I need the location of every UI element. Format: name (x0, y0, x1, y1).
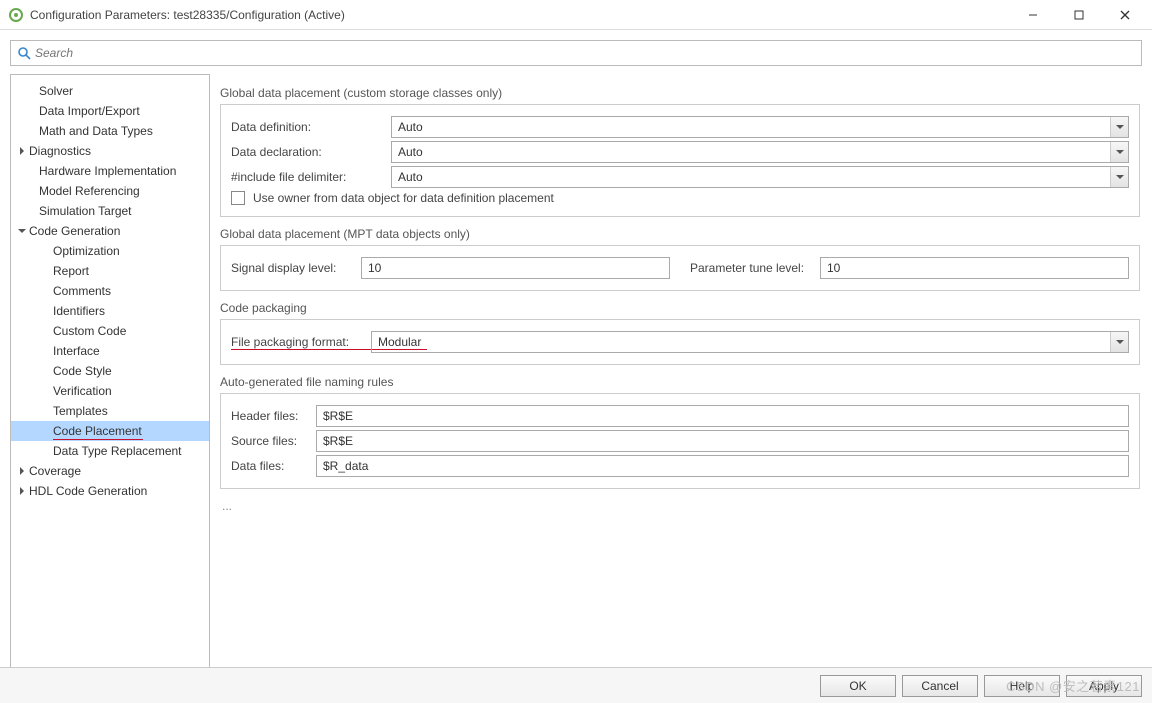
cancel-button[interactable]: Cancel (902, 675, 978, 697)
search-icon (17, 46, 31, 60)
source-files-label: Source files: (231, 434, 316, 448)
sidebar-item-label: Coverage (29, 464, 81, 478)
sidebar-item-label: Model Referencing (39, 184, 140, 198)
sidebar-item-hdl-code-generation[interactable]: HDL Code Generation (11, 481, 209, 501)
sidebar-item-label: Code Style (53, 364, 112, 378)
sidebar-item-label: Code Placement (53, 424, 142, 438)
signal-display-label: Signal display level: (231, 261, 361, 275)
more-indicator: ... (222, 499, 1140, 513)
data-files-label: Data files: (231, 459, 316, 473)
ok-button[interactable]: OK (820, 675, 896, 697)
use-owner-checkbox[interactable] (231, 191, 245, 205)
sidebar-item-interface[interactable]: Interface (11, 341, 209, 361)
sidebar-item-label: HDL Code Generation (29, 484, 147, 498)
include-delimiter-select[interactable]: Auto (391, 166, 1129, 188)
sidebar-item-identifiers[interactable]: Identifiers (11, 301, 209, 321)
sidebar-item-custom-code[interactable]: Custom Code (11, 321, 209, 341)
close-button[interactable] (1102, 0, 1148, 30)
sidebar-item-label: Diagnostics (29, 144, 91, 158)
sidebar-item-label: Templates (53, 404, 108, 418)
signal-display-input[interactable]: 10 (361, 257, 670, 279)
naming-rules-panel: Header files: $R$E Source files: $R$E Da… (220, 393, 1140, 489)
code-packaging-panel: File packaging format: Modular (220, 319, 1140, 365)
search-bar[interactable] (10, 40, 1142, 66)
sidebar-item-label: Solver (39, 84, 73, 98)
dialog-footer: OK Cancel Help Apply (0, 667, 1152, 703)
parameter-tune-label: Parameter tune level: (690, 261, 820, 275)
sidebar-item-math-and-data-types[interactable]: Math and Data Types (11, 121, 209, 141)
chevron-down-icon (1110, 142, 1128, 162)
sidebar-item-hardware-implementation[interactable]: Hardware Implementation (11, 161, 209, 181)
minimize-button[interactable] (1010, 0, 1056, 30)
sidebar-item-templates[interactable]: Templates (11, 401, 209, 421)
sidebar-item-diagnostics[interactable]: Diagnostics (11, 141, 209, 161)
search-input[interactable] (35, 46, 1135, 60)
global-data-placement-panel: Data definition: Auto Data declaration: … (220, 104, 1140, 217)
sidebar-item-label: Optimization (53, 244, 120, 258)
sidebar-item-data-type-replacement[interactable]: Data Type Replacement (11, 441, 209, 461)
include-delimiter-label: #include file delimiter: (231, 170, 391, 184)
sidebar-item-report[interactable]: Report (11, 261, 209, 281)
titlebar: Configuration Parameters: test28335/Conf… (0, 0, 1152, 30)
sidebar-item-label: Comments (53, 284, 111, 298)
data-declaration-select[interactable]: Auto (391, 141, 1129, 163)
nav-tree: Solver Data Import/Export Math and Data Ty… (10, 74, 210, 669)
sidebar-item-comments[interactable]: Comments (11, 281, 209, 301)
chevron-down-icon (1110, 332, 1128, 352)
app-icon (8, 7, 24, 23)
section-title: Auto-generated file naming rules (220, 375, 1140, 389)
sidebar-item-optimization[interactable]: Optimization (11, 241, 209, 261)
section-title: Global data placement (MPT data objects … (220, 227, 1140, 241)
sidebar-item-label: Hardware Implementation (39, 164, 176, 178)
sidebar-item-data-import-export[interactable]: Data Import/Export (11, 101, 209, 121)
sidebar-item-label: Custom Code (53, 324, 126, 338)
chevron-right-icon (17, 467, 27, 475)
sidebar-item-verification[interactable]: Verification (11, 381, 209, 401)
chevron-right-icon (17, 147, 27, 155)
window-title: Configuration Parameters: test28335/Conf… (30, 8, 1010, 22)
apply-button[interactable]: Apply (1066, 675, 1142, 697)
file-packaging-label: File packaging format: (231, 335, 371, 349)
main-panel: Global data placement (custom storage cl… (220, 74, 1142, 669)
sidebar-item-code-placement[interactable]: Code Placement (11, 421, 209, 441)
file-packaging-select[interactable]: Modular (371, 331, 1129, 353)
sidebar-item-model-referencing[interactable]: Model Referencing (11, 181, 209, 201)
sidebar-item-label: Data Import/Export (39, 104, 140, 118)
parameter-tune-input[interactable]: 10 (820, 257, 1129, 279)
sidebar-item-coverage[interactable]: Coverage (11, 461, 209, 481)
data-definition-label: Data definition: (231, 120, 391, 134)
chevron-down-icon (1110, 117, 1128, 137)
sidebar-item-label: Code Generation (29, 224, 120, 238)
sidebar-item-simulation-target[interactable]: Simulation Target (11, 201, 209, 221)
sidebar-item-solver[interactable]: Solver (11, 81, 209, 101)
header-files-label: Header files: (231, 409, 316, 423)
use-owner-label: Use owner from data object for data defi… (253, 191, 554, 205)
section-title: Code packaging (220, 301, 1140, 315)
chevron-down-icon (17, 227, 27, 235)
sidebar-item-label: Math and Data Types (39, 124, 153, 138)
maximize-button[interactable] (1056, 0, 1102, 30)
sidebar-item-label: Identifiers (53, 304, 105, 318)
sidebar-item-code-generation[interactable]: Code Generation (11, 221, 209, 241)
sidebar-item-code-style[interactable]: Code Style (11, 361, 209, 381)
chevron-down-icon (1110, 167, 1128, 187)
header-files-input[interactable]: $R$E (316, 405, 1129, 427)
data-declaration-label: Data declaration: (231, 145, 391, 159)
sidebar-item-label: Data Type Replacement (53, 444, 182, 458)
help-button[interactable]: Help (984, 675, 1060, 697)
mpt-panel: Signal display level: 10 Parameter tune … (220, 245, 1140, 291)
chevron-right-icon (17, 487, 27, 495)
data-files-input[interactable]: $R_data (316, 455, 1129, 477)
sidebar-item-label: Interface (53, 344, 100, 358)
sidebar-item-label: Verification (53, 384, 112, 398)
section-title: Global data placement (custom storage cl… (220, 86, 1140, 100)
sidebar-item-label: Report (53, 264, 89, 278)
data-definition-select[interactable]: Auto (391, 116, 1129, 138)
sidebar-item-label: Simulation Target (39, 204, 132, 218)
source-files-input[interactable]: $R$E (316, 430, 1129, 452)
